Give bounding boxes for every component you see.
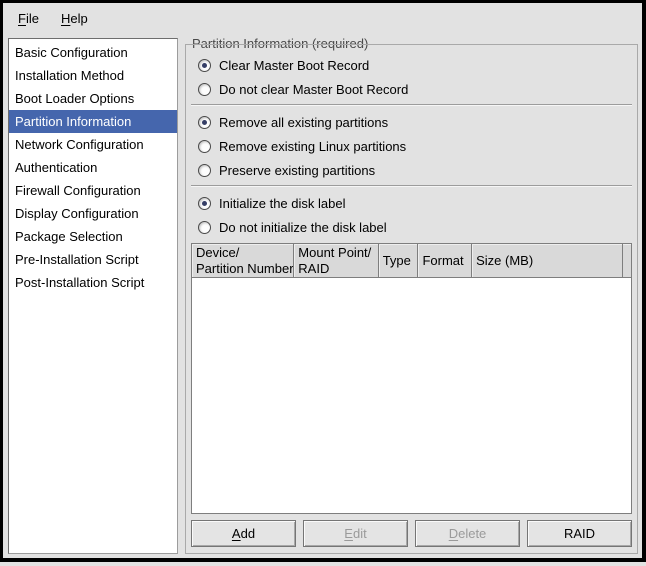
menu-bar: File Help <box>3 3 642 33</box>
sidebar-item-partition-information[interactable]: Partition Information <box>9 110 177 133</box>
sidebar-item-installation-method[interactable]: Installation Method <box>9 64 177 87</box>
sidebar-item-network-configuration[interactable]: Network Configuration <box>9 133 177 156</box>
column-header-type[interactable]: Type <box>379 244 419 277</box>
column-header-filler <box>623 244 631 277</box>
radio-remove-all-partitions[interactable]: Remove all existing partitions <box>191 110 632 134</box>
radio-clear-mbr[interactable]: Clear Master Boot Record <box>191 53 632 77</box>
partition-table-header: Device/ Partition Number Mount Point/ RA… <box>192 244 631 278</box>
sidebar-item-package-selection[interactable]: Package Selection <box>9 225 177 248</box>
radio-button-icon[interactable] <box>198 83 211 96</box>
delete-button-label: Delete <box>449 526 487 541</box>
add-button[interactable]: Add <box>191 520 296 547</box>
column-header-mount-point-raid[interactable]: Mount Point/ RAID <box>294 244 378 277</box>
sidebar-item-basic-configuration[interactable]: Basic Configuration <box>9 41 177 64</box>
window-border-left <box>0 0 3 562</box>
radio-label: Do not initialize the disk label <box>219 220 387 235</box>
horizontal-separator <box>191 185 632 187</box>
radio-label: Remove all existing partitions <box>219 115 388 130</box>
radio-button-icon[interactable] <box>198 59 211 72</box>
radio-label: Preserve existing partitions <box>219 163 375 178</box>
kickstart-configurator-window: File Help Basic Configuration Installati… <box>0 0 646 566</box>
partition-table: Device/ Partition Number Mount Point/ RA… <box>191 243 632 514</box>
column-header-format[interactable]: Format <box>418 244 472 277</box>
raid-button-label: RAID <box>564 526 595 541</box>
radio-button-icon[interactable] <box>198 164 211 177</box>
header-line: Mount Point/ <box>298 245 373 261</box>
sidebar-item-post-installation-script[interactable]: Post-Installation Script <box>9 271 177 294</box>
sidebar-item-display-configuration[interactable]: Display Configuration <box>9 202 177 225</box>
radio-button-icon[interactable] <box>198 116 211 129</box>
radio-remove-linux-partitions[interactable]: Remove existing Linux partitions <box>191 134 632 158</box>
header-line: RAID <box>298 261 373 277</box>
edit-button[interactable]: Edit <box>303 520 408 547</box>
radio-do-not-initialize-disk-label[interactable]: Do not initialize the disk label <box>191 215 632 239</box>
sidebar-item-authentication[interactable]: Authentication <box>9 156 177 179</box>
delete-button[interactable]: Delete <box>415 520 520 547</box>
partition-table-body <box>192 278 631 513</box>
radio-initialize-disk-label[interactable]: Initialize the disk label <box>191 191 632 215</box>
window-border-bottom <box>0 558 646 562</box>
radio-label: Initialize the disk label <box>219 196 345 211</box>
add-button-label: Add <box>232 526 255 541</box>
partition-information-panel: Clear Master Boot Record Do not clear Ma… <box>185 44 638 554</box>
horizontal-separator <box>191 104 632 106</box>
header-line: Device/ <box>196 245 289 261</box>
column-header-size-mb[interactable]: Size (MB) <box>472 244 623 277</box>
column-header-device-partition-number[interactable]: Device/ Partition Number <box>192 244 294 277</box>
radio-label: Remove existing Linux partitions <box>219 139 406 154</box>
radio-label: Do not clear Master Boot Record <box>219 82 408 97</box>
sidebar-item-boot-loader-options[interactable]: Boot Loader Options <box>9 87 177 110</box>
menu-help[interactable]: Help <box>50 6 99 31</box>
radio-button-icon[interactable] <box>198 197 211 210</box>
radio-button-icon[interactable] <box>198 140 211 153</box>
sidebar-item-firewall-configuration[interactable]: Firewall Configuration <box>9 179 177 202</box>
header-line: Partition Number <box>196 261 289 277</box>
window-border-right <box>642 0 646 562</box>
raid-button[interactable]: RAID <box>527 520 632 547</box>
menu-file[interactable]: File <box>7 6 50 31</box>
section-list: Basic Configuration Installation Method … <box>8 38 178 554</box>
radio-button-icon[interactable] <box>198 221 211 234</box>
radio-do-not-clear-mbr[interactable]: Do not clear Master Boot Record <box>191 77 632 101</box>
button-row: Add Edit Delete RAID <box>191 520 632 547</box>
edit-button-label: Edit <box>344 526 366 541</box>
radio-preserve-partitions[interactable]: Preserve existing partitions <box>191 158 632 182</box>
radio-label: Clear Master Boot Record <box>219 58 369 73</box>
sidebar-item-pre-installation-script[interactable]: Pre-Installation Script <box>9 248 177 271</box>
